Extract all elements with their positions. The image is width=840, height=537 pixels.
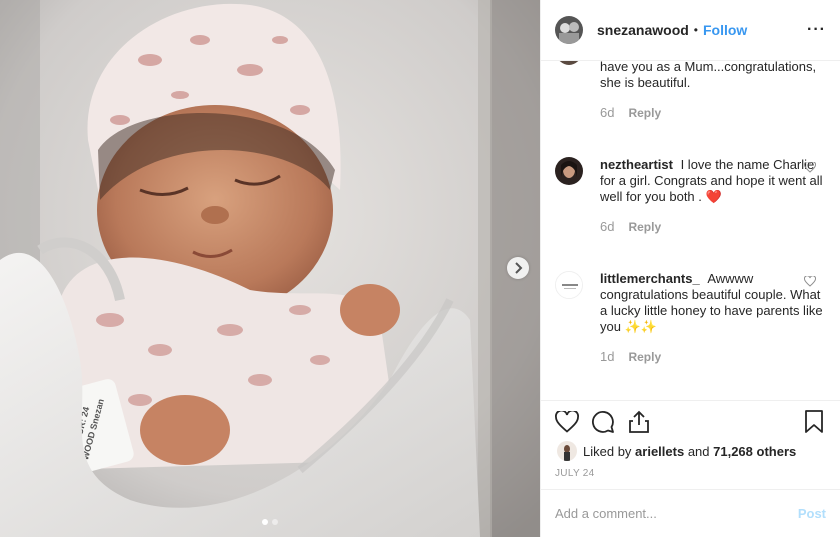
post-photo[interactable]: EPW UR: 24 WOOD Snezan <box>0 0 540 537</box>
comment-text: littlemerchants_ Awwww congratulations b… <box>600 271 823 334</box>
comment-age: 1d <box>600 349 615 364</box>
post-actions: Liked by ariellets and 71,268 others JUL… <box>541 400 840 498</box>
reply-button[interactable]: Reply <box>628 219 661 235</box>
commenter-avatar[interactable] <box>555 271 583 299</box>
speech-bubble-icon[interactable] <box>589 408 617 436</box>
reply-button[interactable]: Reply <box>628 349 661 365</box>
author-username[interactable]: snezanawood <box>597 22 689 38</box>
post-header: snezanawood • Follow ··· <box>541 0 840 61</box>
carousel-dot-active <box>262 519 268 525</box>
comment-item: littlemerchants_ Awwww congratulations b… <box>555 271 826 365</box>
comment-item: have you as a Mum...congratulations, she… <box>555 61 826 121</box>
comment-item: neztheartist I love the name Charlie for… <box>555 157 826 235</box>
comment-age: 6d <box>600 219 615 234</box>
add-comment-bar: Post <box>541 489 840 537</box>
share-icon[interactable] <box>625 408 653 436</box>
carousel-indicator <box>0 519 540 525</box>
commenter-avatar[interactable] <box>555 61 583 68</box>
carousel-next-button[interactable] <box>507 257 529 279</box>
commenter-avatar[interactable] <box>555 157 583 185</box>
liker-username[interactable]: ariellets <box>635 444 684 459</box>
like-comment-heart-icon[interactable] <box>803 161 817 176</box>
newborn-baby-photo: EPW UR: 24 WOOD Snezan <box>0 0 540 537</box>
likes-summary[interactable]: Liked by ariellets and 71,268 others <box>557 441 796 461</box>
likes-count[interactable]: 71,268 others <box>713 444 796 459</box>
comment-username[interactable]: littlemerchants_ <box>600 271 703 286</box>
follow-button[interactable]: Follow <box>703 22 747 38</box>
heart-icon[interactable] <box>553 408 581 436</box>
instagram-post: EPW UR: 24 WOOD Snezan <box>0 0 840 537</box>
more-options-icon[interactable]: ··· <box>807 21 826 39</box>
post-date: JULY 24 <box>555 468 595 479</box>
post-side-panel: snezanawood • Follow ··· have you as a M… <box>540 0 840 537</box>
post-comment-button[interactable]: Post <box>798 506 826 521</box>
reply-button[interactable]: Reply <box>628 105 661 121</box>
header-separator: • <box>693 23 698 37</box>
comment-username[interactable]: neztheartist <box>600 157 677 172</box>
bookmark-icon[interactable] <box>800 408 828 436</box>
comments-list[interactable]: have you as a Mum...congratulations, she… <box>541 61 840 398</box>
comment-text: neztheartist I love the name Charlie for… <box>600 157 823 204</box>
comment-age: 6d <box>600 105 615 120</box>
comment-text: have you as a Mum...congratulations, she… <box>600 61 817 90</box>
chevron-right-icon <box>515 262 523 274</box>
carousel-dot <box>272 519 278 525</box>
author-avatar[interactable] <box>555 16 583 44</box>
like-comment-heart-icon[interactable] <box>803 275 817 290</box>
add-comment-input[interactable] <box>555 506 798 521</box>
liker-avatar <box>557 441 577 461</box>
